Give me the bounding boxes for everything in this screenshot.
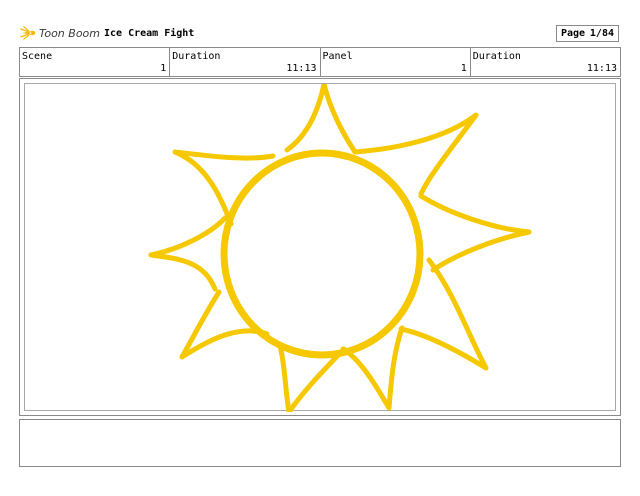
project-title: Ice Cream Fight	[104, 28, 195, 39]
panel-value: 1	[460, 63, 467, 74]
panel-notes	[19, 419, 621, 467]
panel-duration-cell: Duration 11:13	[471, 48, 620, 76]
sun-ray	[418, 193, 532, 273]
panel-cell: Panel 1	[321, 48, 471, 76]
scene-info-row: Scene 1 Duration 11:13 Panel 1 Duration …	[19, 47, 621, 77]
sun-disc	[220, 149, 424, 359]
toon-boom-logo: Toon Boom	[20, 22, 100, 44]
sun-ray	[172, 149, 276, 227]
logo-text: Toon Boom	[38, 26, 100, 40]
scene-value: 1	[160, 63, 167, 74]
sun-ray	[148, 215, 228, 292]
page-value: 1/84	[589, 28, 614, 39]
page-indicator: Page 1/84	[556, 25, 619, 42]
sun-ray	[284, 84, 358, 155]
storyboard-panel	[19, 78, 621, 416]
panel-duration-label: Duration	[472, 51, 521, 62]
star-burst-icon	[20, 26, 36, 40]
sun-ray	[352, 112, 479, 197]
scene-duration-value: 11:13	[286, 63, 317, 74]
scene-duration-cell: Duration 11:13	[170, 48, 321, 76]
page-label: Page	[561, 28, 586, 39]
scene-duration-label: Duration	[172, 51, 221, 62]
scene-cell: Scene 1	[20, 48, 171, 76]
sun-ray	[398, 257, 489, 371]
sun-drawing	[148, 84, 532, 412]
panel-image-area	[24, 83, 616, 412]
panel-duration-value: 11:13	[586, 63, 617, 74]
panel-label: Panel	[322, 51, 353, 62]
scene-label: Scene	[22, 51, 53, 62]
